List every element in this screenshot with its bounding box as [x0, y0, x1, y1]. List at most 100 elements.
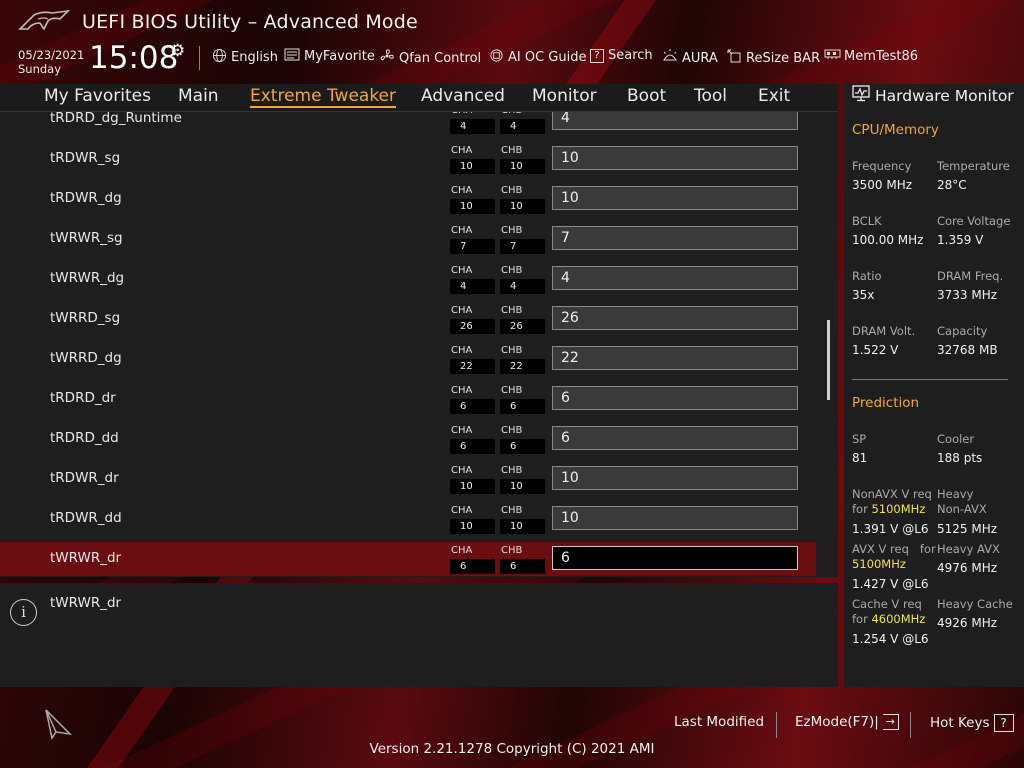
setting-value-input[interactable]: 6 — [552, 546, 798, 570]
capacity-value: 32768 MB — [937, 343, 998, 357]
setting-value-input[interactable]: 10 — [552, 466, 798, 490]
channel-chb-value: 6 — [500, 439, 545, 454]
setting-row-twrwr-sg[interactable]: tWRWR_sg CHA 7 CHB 7 7 — [0, 222, 816, 256]
channel-chb-label: CHB — [501, 465, 523, 476]
setting-row-trdwr-dd[interactable]: tRDWR_dd CHA 10 CHB 10 10 — [0, 502, 816, 536]
ezmode-button[interactable]: EzMode(F7)| → — [795, 714, 899, 730]
heavy-nonavx-value: 5125 MHz — [937, 522, 998, 536]
setting-row-twrwr-dg[interactable]: tWRWR_dg CHA 4 CHB 4 4 — [0, 262, 816, 296]
dram-volt-value: 1.522 V — [852, 343, 899, 357]
prediction-section: Prediction — [852, 395, 920, 411]
scrollbar-thumb[interactable] — [827, 320, 830, 400]
setting-value-input[interactable]: 6 — [552, 426, 798, 450]
main-menu: My Favorites Main Extreme Tweaker Advanc… — [0, 84, 838, 112]
bclk-label: BCLK — [852, 214, 882, 228]
channel-cha-value: 10 — [450, 519, 495, 534]
setting-row-trdwr-dr[interactable]: tRDWR_dr CHA 10 CHB 10 10 — [0, 462, 816, 496]
setting-value-input[interactable]: 10 — [552, 186, 798, 210]
channel-cha-value: 4 — [450, 119, 495, 134]
setting-value-input[interactable]: 4 — [552, 112, 798, 130]
last-modified-label: Last Modified — [674, 714, 765, 730]
setting-row-twrrd-sg[interactable]: tWRRD_sg CHA 26 CHB 26 26 — [0, 302, 816, 336]
setting-label: tWRWR_sg — [50, 230, 123, 246]
settings-list: tRDRD_dg_RuntimeCHA4CHB44tRDWR_sgCHA10CH… — [0, 112, 838, 577]
header-divider — [199, 46, 200, 70]
channel-cha-label: CHA — [451, 145, 473, 156]
channel-cha-value: 10 — [450, 199, 495, 214]
setting-label: tWRRD_dg — [50, 350, 122, 366]
tab-advanced[interactable]: Advanced — [421, 86, 505, 106]
tab-tool[interactable]: Tool — [694, 86, 727, 106]
help-question-icon: ? — [993, 714, 1014, 732]
setting-value-input[interactable]: 26 — [552, 306, 798, 330]
setting-row-twrrd-dg[interactable]: tWRRD_dg CHA 22 CHB 22 22 — [0, 342, 816, 376]
clock-settings-icon[interactable]: ⚙ — [170, 41, 185, 61]
dram-volt-label: DRAM Volt. — [852, 324, 916, 338]
resize-bar-button[interactable]: ReSize BAR — [726, 48, 820, 68]
ai-oc-guide-button[interactable]: AI OC Guide — [488, 48, 586, 67]
setting-row-trdwr-sg[interactable]: tRDWR_sg CHA 10 CHB 10 10 — [0, 142, 816, 176]
hot-keys-button[interactable]: Hot Keys ? — [930, 714, 1014, 732]
heavy-cache-value: 4926 MHz — [937, 616, 998, 630]
setting-row-trdrd-dd[interactable]: tRDRD_dd CHA 6 CHB 6 6 — [0, 422, 816, 456]
avx-freq-line: 5100MHz — [852, 557, 906, 571]
cache-for-label: for 4600MHz — [852, 612, 925, 626]
memtest86-button[interactable]: MemTest86 — [824, 48, 918, 64]
myfavorite-button[interactable]: MyFavorite — [284, 48, 375, 65]
channel-cha-value: 26 — [450, 319, 495, 334]
tab-main[interactable]: Main — [178, 86, 219, 106]
channel-cha-value: 10 — [450, 479, 495, 494]
tab-monitor[interactable]: Monitor — [532, 86, 597, 106]
channel-chb-value: 4 — [500, 119, 545, 134]
hardware-monitor-label: Hardware Monitor — [875, 86, 1014, 105]
capacity-label: Capacity — [937, 324, 988, 338]
aura-button[interactable]: AURA — [662, 48, 718, 68]
setting-label: tWRRD_sg — [50, 310, 121, 326]
channel-cha-label: CHA — [451, 305, 473, 316]
setting-label: tRDWR_dd — [50, 510, 122, 526]
setting-value-input[interactable]: 22 — [552, 346, 798, 370]
sp-value: 81 — [852, 451, 868, 465]
ai-oc-guide-label: AI OC Guide — [508, 50, 587, 65]
channel-cha-readout: CHA 6 — [450, 545, 495, 575]
dram-freq-label: DRAM Freq. — [937, 269, 1004, 283]
tab-my-favorites[interactable]: My Favorites — [44, 86, 151, 106]
tab-boot[interactable]: Boot — [627, 86, 666, 106]
tab-extreme-tweaker[interactable]: Extreme Tweaker — [250, 86, 397, 108]
version-text: Version 2.21.1278 Copyright (C) 2021 AMI — [369, 741, 655, 757]
tab-exit[interactable]: Exit — [758, 86, 790, 106]
heavy-avx-value: 4976 MHz — [937, 561, 998, 575]
setting-value-input[interactable]: 10 — [552, 506, 798, 530]
language-button[interactable]: English — [211, 48, 278, 67]
channel-cha-readout: CHA 6 — [450, 425, 495, 455]
setting-row-trdrd-dr[interactable]: tRDRD_dr CHA 6 CHB 6 6 — [0, 382, 816, 416]
channel-chb-label: CHB — [501, 145, 523, 156]
info-icon: i — [10, 599, 37, 626]
setting-row-trdrd-dg-runtime[interactable]: tRDRD_dg_RuntimeCHA4CHB44 — [0, 112, 816, 136]
setting-label: tRDRD_dr — [50, 390, 116, 406]
rog-triangle-logo-icon — [45, 709, 73, 740]
memtest86-label: MemTest86 — [844, 48, 919, 64]
qfan-control-button[interactable]: Qfan Control — [379, 48, 481, 68]
nonavx-label: NonAVX V req — [852, 487, 932, 501]
nonavx-value: 1.391 V @L6 — [852, 522, 929, 536]
channel-chb-value: 4 — [500, 279, 545, 294]
avx-label-text: AVX V req — [852, 542, 909, 556]
rog-logo-icon — [18, 9, 70, 31]
date: 05/23/2021 — [18, 48, 85, 62]
channel-cha-value: 22 — [450, 359, 495, 374]
setting-value-input[interactable]: 10 — [552, 146, 798, 170]
setting-row-trdwr-dg[interactable]: tRDWR_dg CHA 10 CHB 10 10 — [0, 182, 816, 216]
channel-chb-value: 26 — [500, 319, 545, 334]
heavy-avx-label: Heavy AVX — [937, 542, 1000, 556]
setting-value-input[interactable]: 7 — [552, 226, 798, 250]
last-modified-button[interactable]: Last Modified — [674, 714, 764, 730]
setting-row-twrwr-dr[interactable]: tWRWR_dr CHA 6 CHB 6 6 — [0, 542, 816, 576]
search-icon: ? — [590, 48, 604, 63]
footer-divider — [776, 712, 777, 738]
ezmode-label: EzMode(F7)| — [795, 714, 879, 730]
setting-value-input[interactable]: 6 — [552, 386, 798, 410]
search-button[interactable]: ? Search — [590, 48, 653, 63]
channel-chb-label: CHB — [501, 112, 522, 116]
setting-value-input[interactable]: 4 — [552, 266, 798, 290]
